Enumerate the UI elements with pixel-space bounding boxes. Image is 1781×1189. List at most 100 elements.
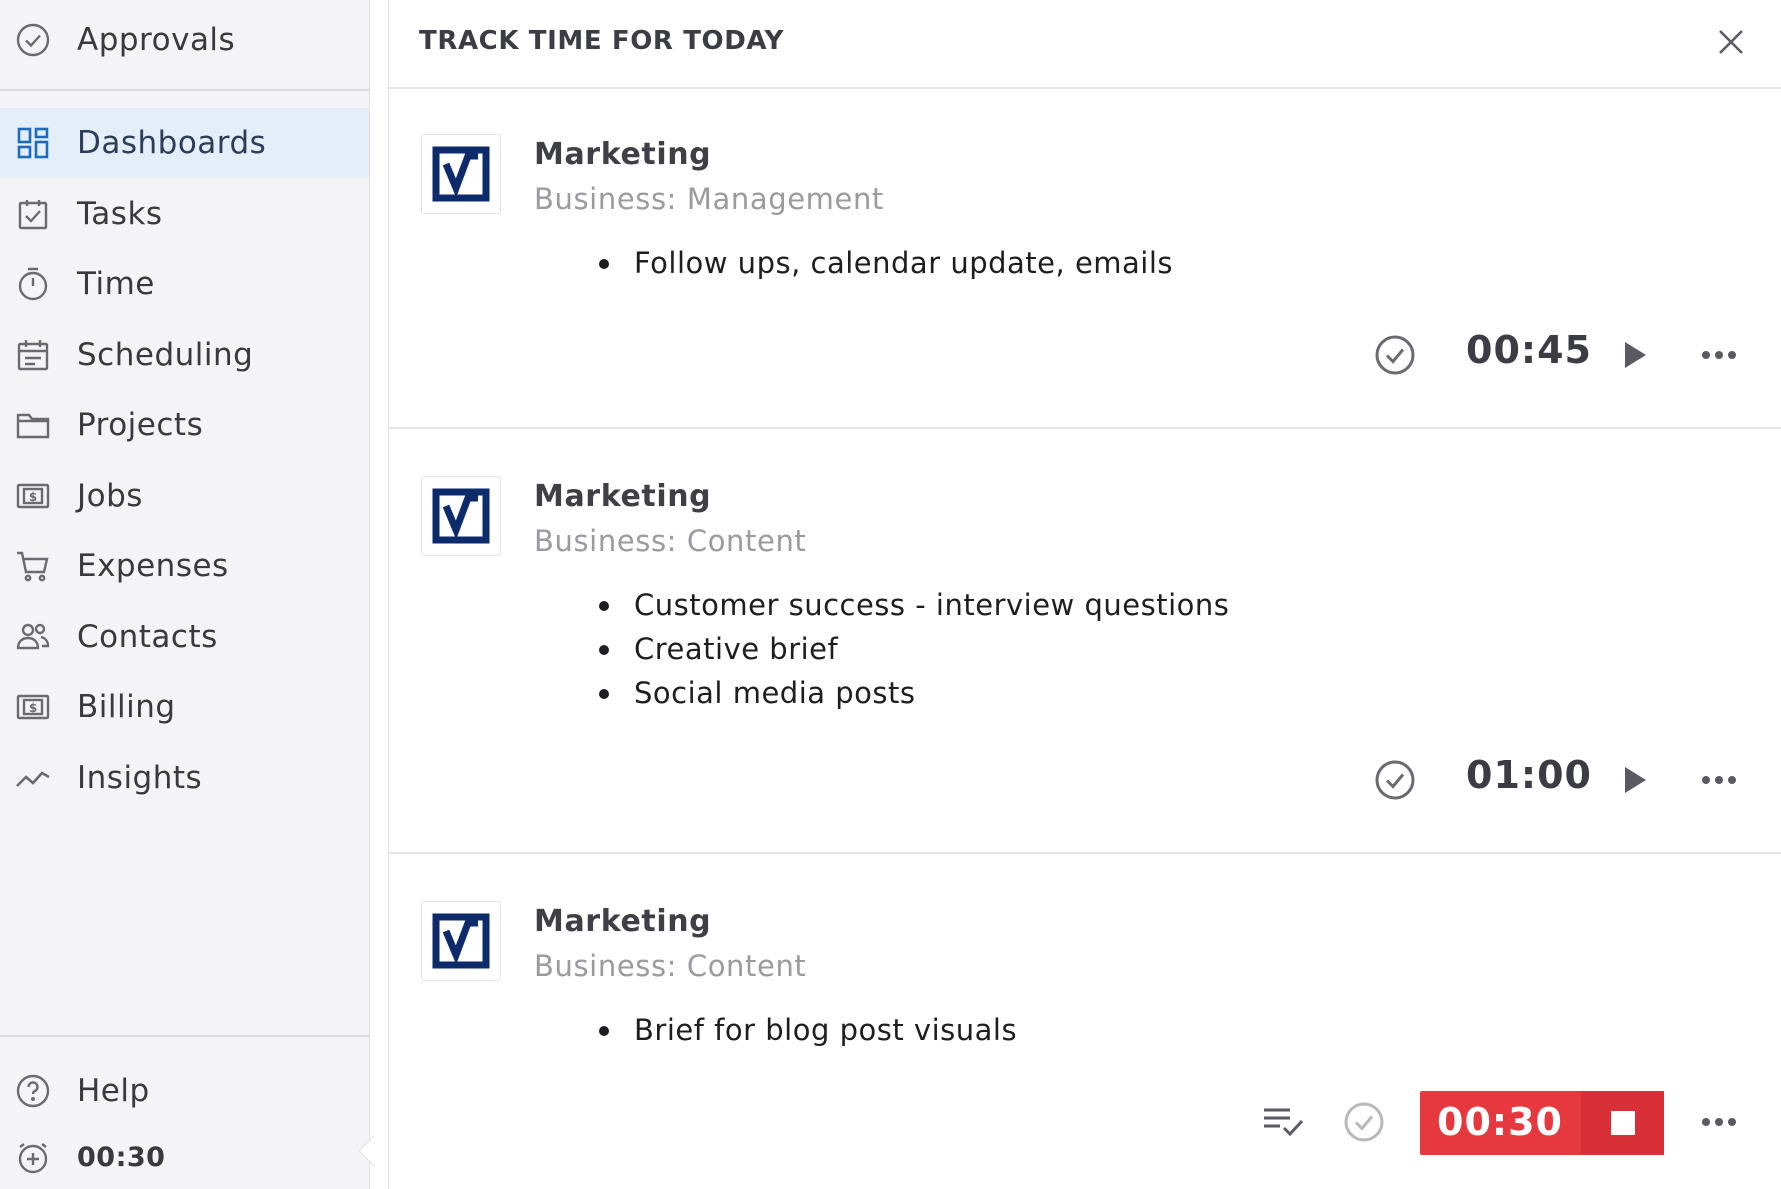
- sidebar-item-label: Tasks: [77, 196, 163, 232]
- panel-header: TRACK TIME FOR TODAY: [389, 0, 1781, 89]
- more-options-button[interactable]: [1694, 1102, 1744, 1142]
- entry-subtitle: Business: Content: [534, 524, 807, 558]
- entry-subtitle: Business: Content: [534, 949, 807, 983]
- task-icon: [14, 195, 52, 233]
- note-item: Creative brief: [599, 627, 1229, 671]
- sidebar: Approvals Dashboards Tasks Time Scheduli…: [0, 0, 370, 1189]
- entry-actions: 00:45: [389, 322, 1781, 388]
- add-timer-icon: [14, 1139, 52, 1177]
- sidebar-item-dashboards[interactable]: Dashboards: [0, 108, 369, 178]
- entry-actions: 01:00: [389, 747, 1781, 813]
- track-time-panel: TRACK TIME FOR TODAY Marketing Business:…: [388, 0, 1781, 1189]
- sidebar-item-label: Jobs: [77, 478, 143, 514]
- checkbox-logo-icon: [432, 913, 490, 969]
- entry-duration[interactable]: 00:45: [1459, 328, 1599, 372]
- check-circle-icon: [1375, 760, 1415, 800]
- sidebar-item-label: Help: [77, 1073, 150, 1109]
- sidebar-item-jobs[interactable]: $ Jobs: [0, 461, 369, 531]
- svg-text:$: $: [29, 701, 37, 715]
- project-logo: [421, 134, 501, 214]
- people-icon: [14, 618, 52, 656]
- more-dots-icon: [1702, 776, 1736, 784]
- close-icon: [1719, 30, 1743, 54]
- approve-button[interactable]: [1342, 1100, 1386, 1144]
- time-entry: Marketing Business: Content Customer suc…: [389, 431, 1781, 854]
- sidebar-item-label: Contacts: [77, 619, 218, 655]
- dollar-bill-icon: $: [14, 688, 52, 726]
- sidebar-item-label: Billing: [77, 689, 176, 725]
- dashboard-icon: [14, 124, 52, 162]
- project-logo: [421, 901, 501, 981]
- time-entry-running: Marketing Business: Content Brief for bl…: [389, 856, 1781, 1189]
- sidebar-timer[interactable]: 00:30: [0, 1126, 369, 1189]
- cart-icon: [14, 547, 52, 585]
- stopwatch-icon: [14, 265, 52, 303]
- entry-notes: Follow ups, calendar update, emails: [599, 241, 1173, 285]
- sidebar-item-label: Insights: [77, 760, 203, 796]
- checkbox-logo-icon: [432, 488, 490, 544]
- check-circle-icon: [1344, 1102, 1384, 1142]
- check-circle-icon: [14, 21, 52, 59]
- note-item: Brief for blog post visuals: [599, 1008, 1017, 1052]
- running-time: 00:30: [1437, 1100, 1563, 1144]
- calendar-icon: [14, 336, 52, 374]
- sidebar-item-billing[interactable]: $ Billing: [0, 672, 369, 742]
- play-icon: [1625, 342, 1646, 368]
- stop-button[interactable]: [1581, 1091, 1664, 1155]
- dollar-bill-icon: $: [14, 477, 52, 515]
- check-circle-icon: [1375, 335, 1415, 375]
- sidebar-item-expenses[interactable]: Expenses: [0, 531, 369, 601]
- play-button[interactable]: [1615, 335, 1655, 375]
- entry-duration[interactable]: 01:00: [1459, 753, 1599, 797]
- sidebar-divider: [0, 1035, 369, 1037]
- entry-title: Marketing: [534, 904, 712, 939]
- more-dots-icon: [1702, 1118, 1736, 1126]
- sidebar-item-label: Time: [77, 266, 155, 302]
- running-timer[interactable]: 00:30: [1420, 1091, 1664, 1155]
- sidebar-item-insights[interactable]: Insights: [0, 743, 369, 813]
- play-icon: [1625, 767, 1646, 793]
- note-item: Customer success - interview questions: [599, 583, 1229, 627]
- sidebar-item-label: Dashboards: [77, 125, 267, 161]
- sidebar-item-contacts[interactable]: Contacts: [0, 602, 369, 672]
- more-options-button[interactable]: [1694, 760, 1744, 800]
- sidebar-timer-value: 00:30: [77, 1142, 166, 1173]
- list-check-icon: [1264, 1108, 1304, 1137]
- approve-button[interactable]: [1373, 333, 1417, 377]
- sidebar-divider: [0, 89, 369, 91]
- entry-title: Marketing: [534, 479, 712, 514]
- trend-line-icon: [14, 759, 52, 797]
- app-root: Approvals Dashboards Tasks Time Scheduli…: [0, 0, 1781, 1189]
- more-dots-icon: [1702, 351, 1736, 359]
- sidebar-item-time[interactable]: Time: [0, 249, 369, 319]
- svg-text:$: $: [29, 490, 37, 504]
- sidebar-item-label: Approvals: [77, 22, 236, 58]
- sidebar-item-help[interactable]: Help: [0, 1056, 369, 1126]
- entry-notes: Customer success - interview questions C…: [599, 583, 1229, 715]
- sidebar-item-label: Scheduling: [77, 337, 254, 373]
- close-button[interactable]: [1711, 22, 1751, 62]
- sidebar-item-approvals[interactable]: Approvals: [0, 5, 369, 75]
- checkbox-logo-icon: [432, 146, 490, 202]
- time-entry: Marketing Business: Management Follow up…: [389, 89, 1781, 429]
- note-item: Social media posts: [599, 671, 1229, 715]
- approve-button[interactable]: [1373, 758, 1417, 802]
- sidebar-item-scheduling[interactable]: Scheduling: [0, 320, 369, 390]
- sidebar-item-tasks[interactable]: Tasks: [0, 179, 369, 249]
- note-item: Follow ups, calendar update, emails: [599, 241, 1173, 285]
- more-options-button[interactable]: [1694, 335, 1744, 375]
- panel-title: TRACK TIME FOR TODAY: [419, 26, 785, 56]
- entry-title: Marketing: [534, 137, 712, 172]
- sidebar-item-label: Projects: [77, 407, 204, 443]
- play-button[interactable]: [1615, 760, 1655, 800]
- project-logo: [421, 476, 501, 556]
- folder-icon: [14, 406, 52, 444]
- edit-notes-button[interactable]: [1261, 1100, 1307, 1144]
- entry-subtitle: Business: Management: [534, 182, 884, 216]
- entry-notes: Brief for blog post visuals: [599, 1008, 1017, 1052]
- help-icon: [14, 1072, 52, 1110]
- sidebar-item-projects[interactable]: Projects: [0, 390, 369, 460]
- sidebar-item-label: Expenses: [77, 548, 229, 584]
- entry-actions: 00:30: [389, 1089, 1781, 1155]
- stop-icon: [1610, 1111, 1635, 1135]
